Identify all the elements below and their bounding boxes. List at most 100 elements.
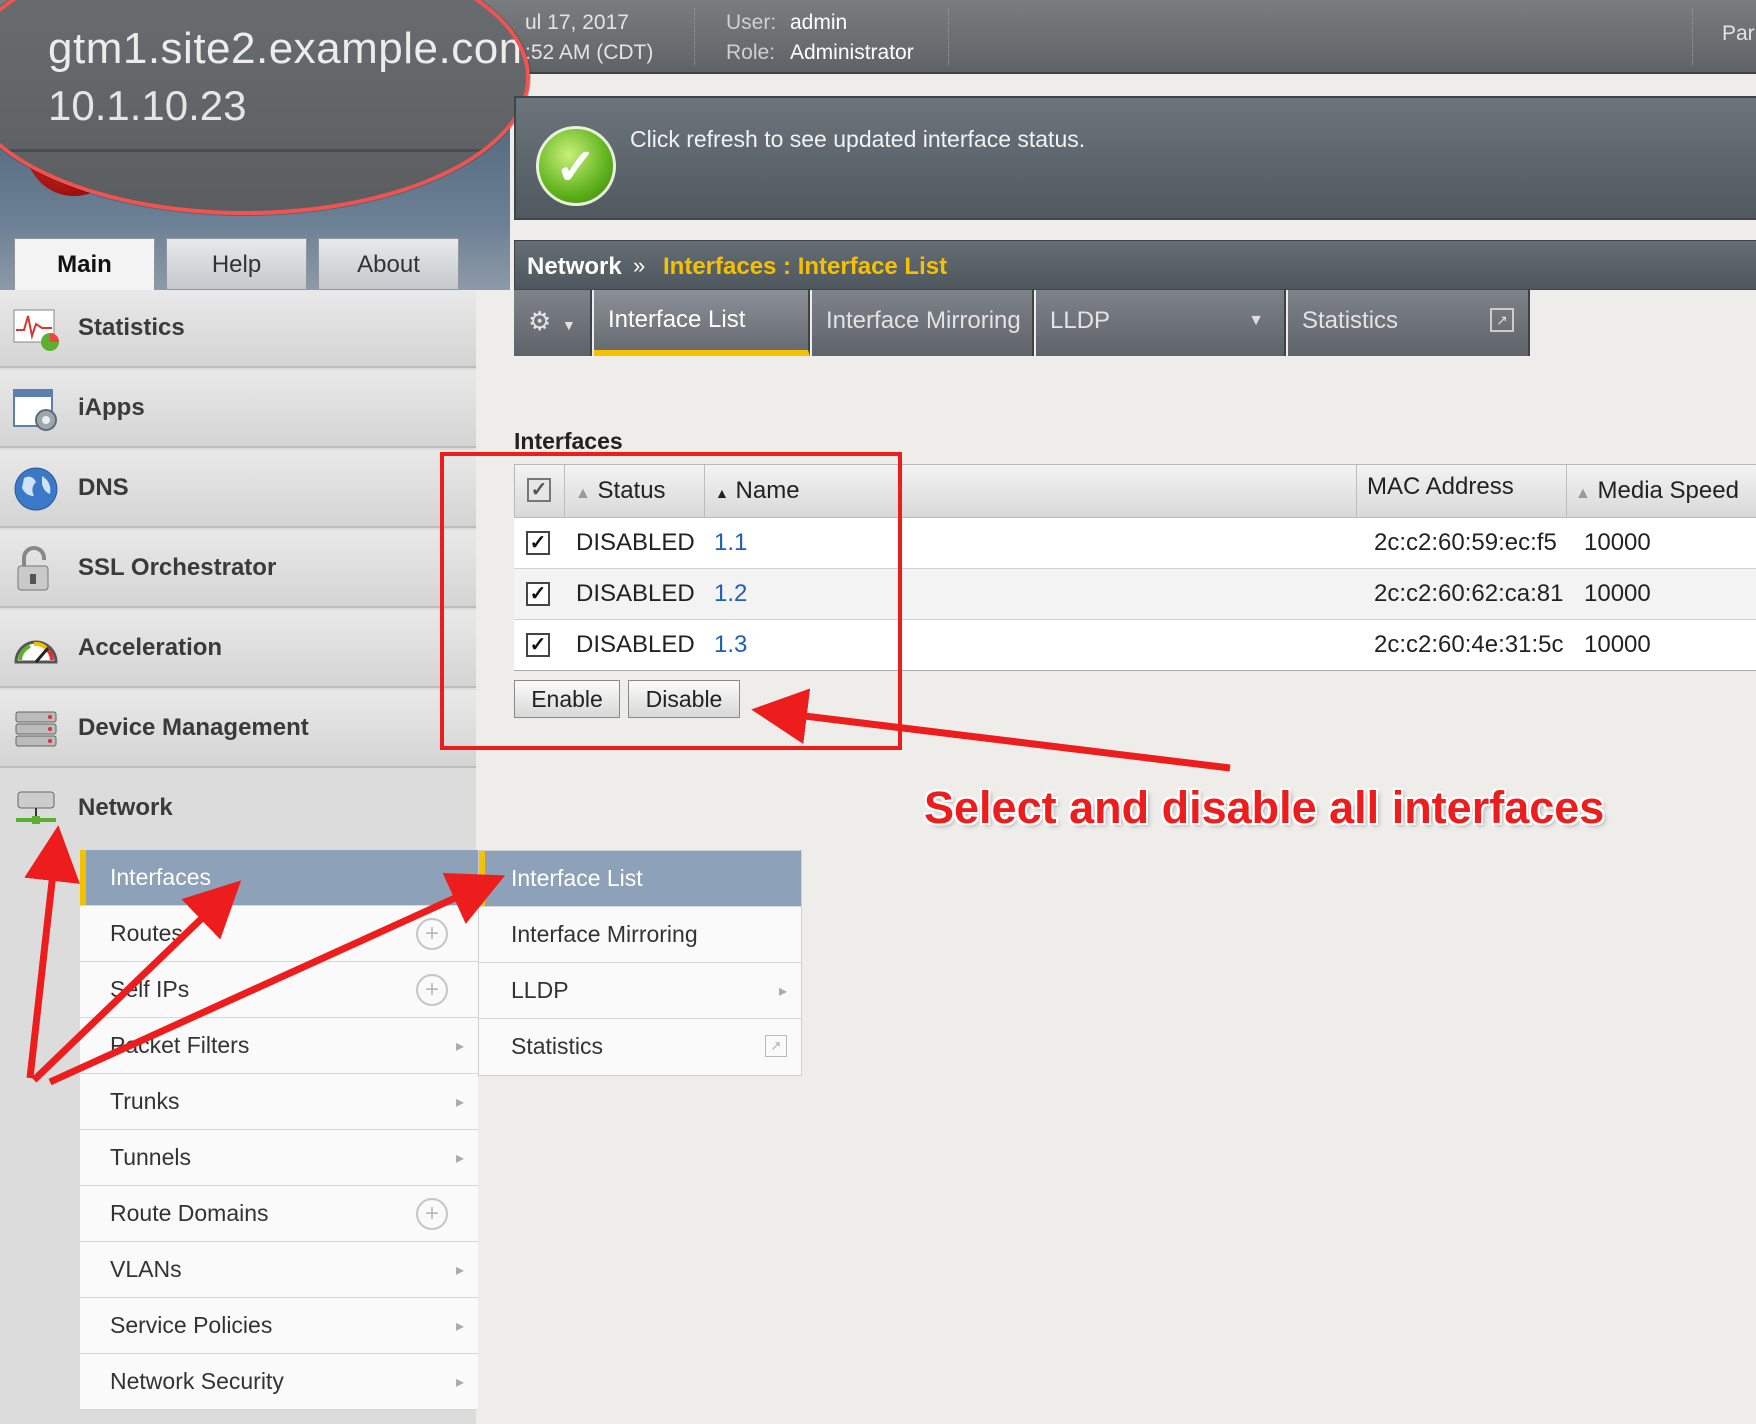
subtab-label: LLDP	[1050, 307, 1111, 334]
server-icon	[15, 711, 57, 747]
submenu-item-packet-filters[interactable]: Packet Filters ▸	[80, 1018, 478, 1074]
column-header-mac-address[interactable]: MAC Address	[1357, 465, 1567, 519]
submenu-item-routes[interactable]: Routes +	[80, 906, 478, 962]
column-label: MAC Address	[1367, 473, 1514, 500]
lock-icon	[17, 546, 49, 591]
column-label: Media Speed	[1597, 477, 1739, 504]
subtab-statistics[interactable]: Statistics ↗	[1288, 290, 1530, 356]
iapps-icon	[13, 389, 57, 431]
main-tabs: Main Help About	[0, 238, 476, 290]
submenu-label: Routes	[110, 920, 183, 946]
nav-label: Device Management	[78, 714, 309, 741]
subtab-interface-list[interactable]: Interface List	[594, 290, 810, 356]
interfaces-flyout: Interface List Interface Mirroring LLDP …	[478, 850, 802, 1076]
hostname: gtm1.site2.example.com	[48, 24, 530, 73]
nav-item-device-management[interactable]: Device Management	[0, 690, 476, 768]
network-submenu: Interfaces ▸ Routes + Self IPs + Packet …	[80, 850, 478, 1410]
settings-menu-button[interactable]: ⚙ ▼	[514, 290, 592, 356]
tab-help[interactable]: Help	[166, 238, 307, 290]
date-text: ul 17, 2017	[525, 11, 629, 34]
header-divider	[1692, 8, 1693, 66]
breadcrumb-separator: »	[633, 253, 646, 278]
submenu-label: LLDP	[511, 977, 569, 1003]
chevron-right-icon: ▸	[455, 870, 464, 887]
banner-message: Click refresh to see updated interface s…	[630, 126, 1086, 152]
subtab-lldp[interactable]: LLDP ▼	[1036, 290, 1286, 356]
success-check-icon: ✓	[536, 126, 616, 206]
statistics-icon	[13, 309, 59, 351]
subtab-interface-mirroring[interactable]: Interface Mirroring	[812, 290, 1034, 356]
gear-icon: ⚙	[528, 306, 552, 336]
submenu-label: Service Policies	[110, 1312, 273, 1338]
flyout-item-interface-list[interactable]: Interface List	[479, 851, 801, 907]
flyout-item-interface-mirroring[interactable]: Interface Mirroring	[479, 907, 801, 963]
nav-label: iApps	[78, 394, 145, 421]
breadcrumb-section[interactable]: Network	[527, 253, 622, 281]
highlight-box	[440, 452, 902, 750]
time-text: :52 AM (CDT)	[525, 41, 654, 64]
submenu-label: Trunks	[110, 1088, 180, 1114]
submenu-label: Interface Mirroring	[511, 921, 698, 947]
globe-icon	[14, 467, 58, 511]
tab-main[interactable]: Main	[14, 238, 155, 290]
user-value: admin	[790, 11, 848, 34]
nav-label: DNS	[78, 474, 129, 501]
submenu-label: Route Domains	[110, 1200, 269, 1226]
flyout-item-lldp[interactable]: LLDP ▸	[479, 963, 801, 1019]
speed-cell: 10000	[1584, 631, 1651, 658]
management-ip: 10.1.10.23	[48, 82, 247, 129]
column-header-media-speed[interactable]: ▲ Media Speed	[1567, 465, 1756, 519]
nav-label: SSL Orchestrator	[78, 554, 277, 581]
chevron-right-icon: ▸	[455, 1038, 464, 1055]
submenu-label: Interface List	[511, 865, 643, 891]
submenu-item-network-security[interactable]: Network Security ▸	[80, 1354, 478, 1410]
submenu-item-vlans[interactable]: VLANs ▸	[80, 1242, 478, 1298]
add-icon[interactable]: +	[416, 918, 448, 950]
submenu-label: Interfaces	[110, 864, 211, 890]
role-value: Administrator	[790, 41, 914, 64]
page-subtabs: ⚙ ▼ Interface List Interface Mirroring L…	[514, 290, 1756, 356]
chevron-right-icon: ▸	[455, 1318, 464, 1335]
breadcrumb: Network » Interfaces : Interface List	[514, 240, 1756, 290]
speed-cell: 10000	[1584, 529, 1651, 556]
nav-item-statistics[interactable]: Statistics	[0, 290, 476, 368]
sort-icon: ▲	[1575, 485, 1591, 502]
nav-item-dns[interactable]: DNS	[0, 450, 476, 528]
nav-item-network[interactable]: Network	[0, 770, 476, 848]
nav-item-iapps[interactable]: iApps	[0, 370, 476, 448]
chevron-right-icon: ▸	[455, 1374, 464, 1391]
submenu-item-self-ips[interactable]: Self IPs +	[80, 962, 478, 1018]
partition-selector[interactable]: Par	[1722, 22, 1755, 46]
annotation-callout: Select and disable all interfaces	[924, 782, 1605, 833]
submenu-item-trunks[interactable]: Trunks ▸	[80, 1074, 478, 1130]
submenu-label: Packet Filters	[110, 1032, 250, 1058]
header-divider	[948, 8, 949, 66]
nav-item-acceleration[interactable]: Acceleration	[0, 610, 476, 688]
date-time: ul 17, 2017 :52 AM (CDT)	[525, 8, 653, 68]
submenu-item-interfaces[interactable]: Interfaces ▸	[80, 850, 478, 906]
submenu-item-service-policies[interactable]: Service Policies ▸	[80, 1298, 478, 1354]
chevron-down-icon: ▼	[561, 317, 576, 333]
nav-item-ssl-orchestrator[interactable]: SSL Orchestrator	[0, 530, 476, 608]
external-link-icon: ↗	[765, 1035, 787, 1057]
mac-cell: 2c:c2:60:4e:31:5c	[1374, 631, 1564, 658]
add-icon[interactable]: +	[416, 1198, 448, 1230]
submenu-item-route-domains[interactable]: Route Domains +	[80, 1186, 478, 1242]
add-icon[interactable]: +	[416, 974, 448, 1006]
user-label: User:	[726, 11, 777, 34]
chevron-right-icon: ▸	[778, 983, 787, 1000]
divider	[0, 149, 526, 152]
submenu-label: Self IPs	[110, 976, 190, 1002]
submenu-item-tunnels[interactable]: Tunnels ▸	[80, 1130, 478, 1186]
table-title: Interfaces	[514, 428, 623, 454]
chevron-right-icon: ▸	[455, 1094, 464, 1111]
nav-label: Statistics	[78, 314, 185, 341]
nav-label: Acceleration	[78, 634, 223, 661]
flyout-item-statistics[interactable]: Statistics ↗	[479, 1019, 801, 1075]
nav-label: Network	[78, 794, 173, 821]
submenu-label: Network Security	[110, 1368, 284, 1394]
tab-about[interactable]: About	[318, 238, 459, 290]
gauge-icon	[14, 640, 58, 664]
role-label: Role:	[726, 41, 776, 64]
mac-cell: 2c:c2:60:59:ec:f5	[1374, 529, 1557, 556]
